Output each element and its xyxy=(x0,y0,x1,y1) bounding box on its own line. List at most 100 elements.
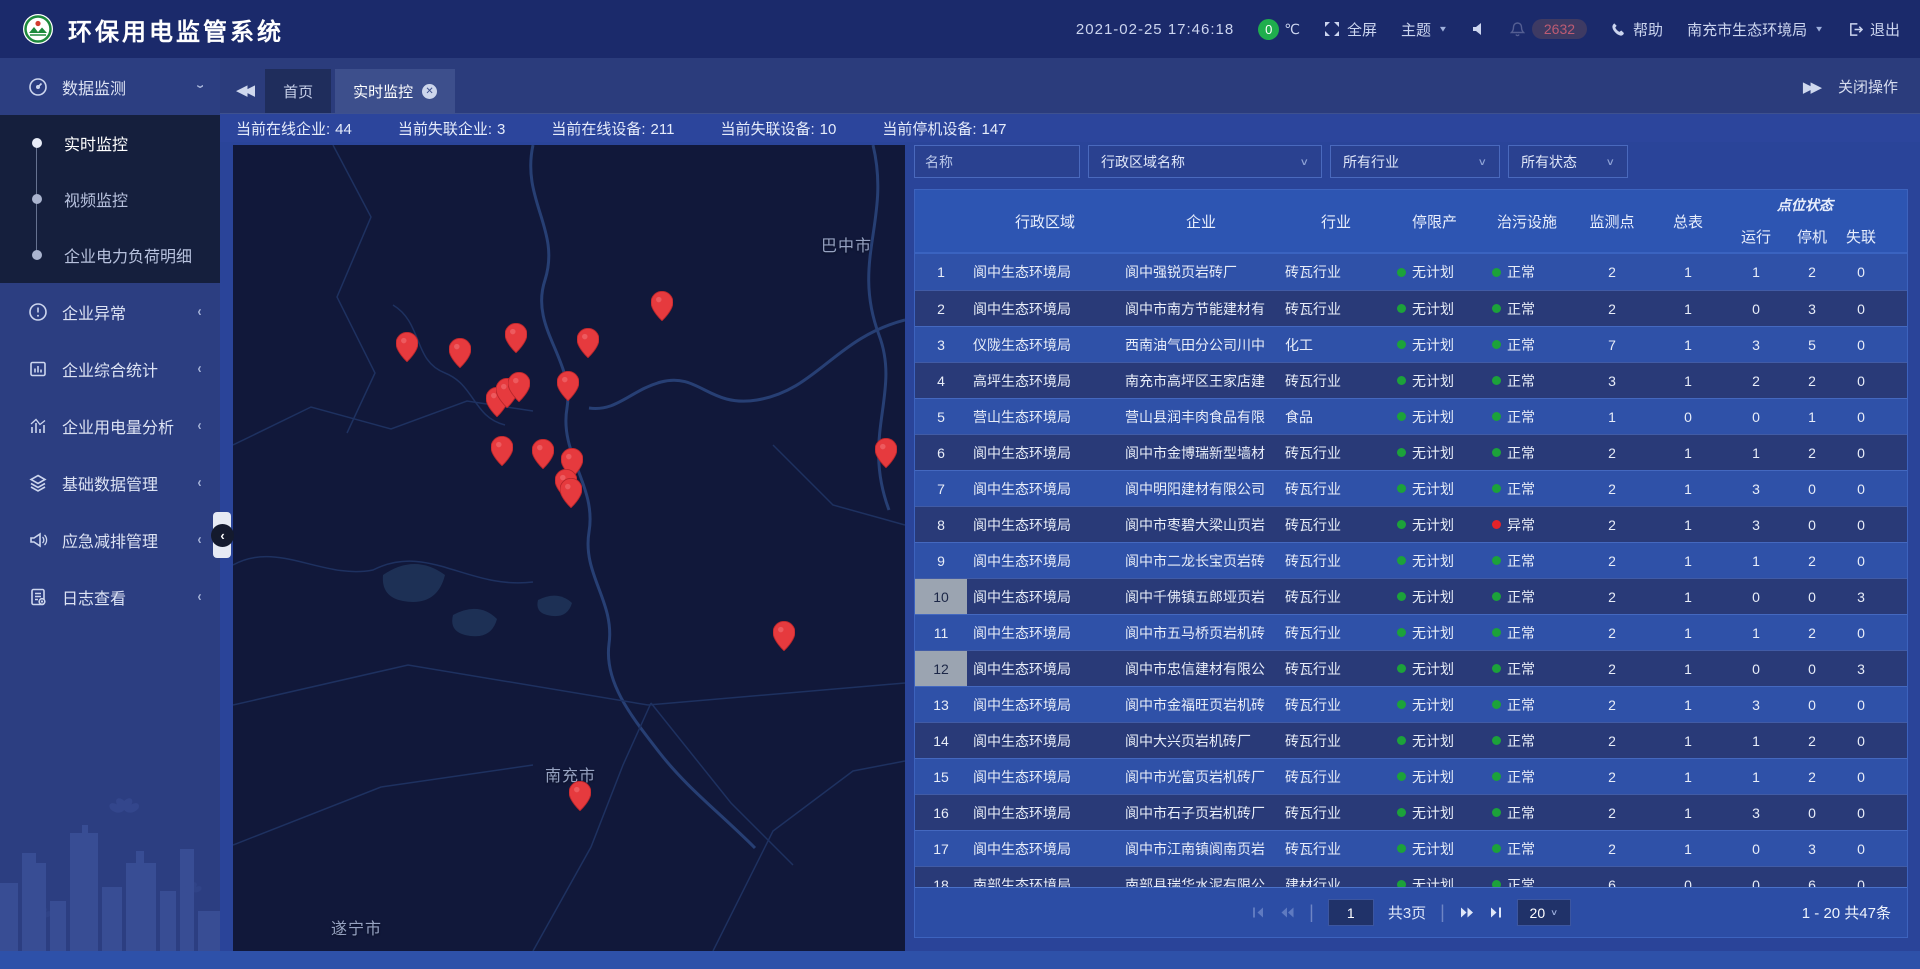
table-row[interactable]: 5 营山生态环境局 营山县润丰肉食品有限 食品 无计划 正常 xyxy=(915,398,1907,434)
row-stop-status: 无计划 xyxy=(1387,299,1482,319)
next-page-button[interactable] xyxy=(1459,906,1475,919)
table-row[interactable]: 1 阆中生态环境局 阆中强锐页岩砖厂 砖瓦行业 无计划 正常 xyxy=(915,254,1907,290)
page-size-select[interactable]: 20 ∨ xyxy=(1517,899,1571,926)
row-industry: 砖瓦行业 xyxy=(1277,623,1387,643)
map-city-label: 巴中市 xyxy=(821,232,872,256)
sidebar-item-emergency-reduction[interactable]: 应急减排管理 ‹ xyxy=(0,511,220,568)
row-running-count: 3 xyxy=(1724,337,1788,353)
row-meter-count: 1 xyxy=(1652,625,1724,641)
row-stop-status: 无计划 xyxy=(1387,551,1482,571)
sidebar-item-realtime-monitoring[interactable]: 实时监控 xyxy=(0,115,220,171)
table-row[interactable]: 12 阆中生态环境局 阆中市忠信建材有限公 砖瓦行业 无计划 正常 xyxy=(915,650,1907,686)
map-canvas[interactable]: 巴中市 南充市 遂宁市 xyxy=(233,145,905,951)
sidebar-collapse-handle[interactable]: ‹ xyxy=(209,512,237,558)
stats-doc-icon xyxy=(28,359,48,379)
table-row[interactable]: 15 阆中生态环境局 阆中市光富页岩机砖厂 砖瓦行业 无计划 正常 xyxy=(915,758,1907,794)
map-marker-pin[interactable] xyxy=(773,621,795,651)
table-row[interactable]: 18 南部生态环境局 南部县瑞华水泥有限公 建材行业 无计划 正常 xyxy=(915,866,1907,887)
row-enterprise: 阆中市二龙长宝页岩砖 xyxy=(1117,551,1277,571)
org-menu[interactable]: 南充市生态环境局▼ xyxy=(1687,19,1824,40)
column-header-stop: 停限产 xyxy=(1387,190,1482,252)
theme-menu[interactable]: 主题▼ xyxy=(1401,19,1448,40)
row-facility-status: 正常 xyxy=(1482,479,1572,499)
row-meter-count: 1 xyxy=(1652,264,1724,280)
status-dot xyxy=(1492,736,1501,745)
row-region: 阆中生态环境局 xyxy=(967,803,1117,823)
row-industry: 砖瓦行业 xyxy=(1277,839,1387,859)
sidebar-item-power-load-detail[interactable]: 企业电力负荷明细 xyxy=(0,227,220,283)
sidebar-item-enterprise-statistics[interactable]: 企业综合统计 ‹ xyxy=(0,340,220,397)
sidebar-item-label: 数据监测 xyxy=(62,75,126,99)
page-number-input[interactable] xyxy=(1328,899,1374,926)
table-row[interactable]: 8 阆中生态环境局 阆中市枣碧大梁山页岩 砖瓦行业 无计划 异常 xyxy=(915,506,1907,542)
table-row[interactable]: 7 阆中生态环境局 阆中明阳建材有限公司 砖瓦行业 无计划 正常 xyxy=(915,470,1907,506)
map-marker-pin[interactable] xyxy=(557,371,579,401)
row-monitor-count: 2 xyxy=(1572,625,1652,641)
first-page-button[interactable] xyxy=(1251,906,1265,919)
map-marker-pin[interactable] xyxy=(560,478,582,508)
table-row[interactable]: 6 阆中生态环境局 阆中市金博瑞新型墙材 砖瓦行业 无计划 正常 xyxy=(915,434,1907,470)
sidebar-item-log-view[interactable]: 日志查看 ‹ xyxy=(0,568,220,625)
sound-button[interactable] xyxy=(1472,22,1486,36)
row-offline-count: 0 xyxy=(1836,409,1886,425)
row-running-count: 0 xyxy=(1724,301,1788,317)
status-dot xyxy=(1397,700,1406,709)
last-page-button[interactable] xyxy=(1489,906,1503,919)
sidebar-item-base-data[interactable]: 基础数据管理 ‹ xyxy=(0,454,220,511)
sidebar-item-data-monitoring[interactable]: 数据监测 ‹ xyxy=(0,58,220,115)
map-marker-pin[interactable] xyxy=(505,323,527,353)
status-dot xyxy=(1492,484,1501,493)
table-row[interactable]: 2 阆中生态环境局 阆中市南方节能建材有 砖瓦行业 无计划 正常 xyxy=(915,290,1907,326)
map-marker-pin[interactable] xyxy=(508,372,530,402)
map-marker-pin[interactable] xyxy=(577,328,599,358)
map-marker-pin[interactable] xyxy=(396,332,418,362)
tabbar-right: ▶▶ 关闭操作 xyxy=(1803,76,1920,113)
logout-button[interactable]: 退出 xyxy=(1848,19,1900,40)
row-enterprise: 阆中市五马桥页岩机砖 xyxy=(1117,623,1277,643)
table-row[interactable]: 14 阆中生态环境局 阆中大兴页岩机砖厂 砖瓦行业 无计划 正常 xyxy=(915,722,1907,758)
column-header-region: 行政区域 xyxy=(967,190,1117,252)
map-marker-pin[interactable] xyxy=(449,338,471,368)
tab-realtime-monitoring[interactable]: 实时监控 ✕ xyxy=(335,69,455,113)
table-row[interactable]: 13 阆中生态环境局 阆中市金福旺页岩机砖 砖瓦行业 无计划 正常 xyxy=(915,686,1907,722)
notifications[interactable]: 2632 xyxy=(1510,19,1587,39)
status-select[interactable]: 所有状态 ∨ xyxy=(1508,145,1628,178)
fullscreen-button[interactable]: 全屏 xyxy=(1324,19,1377,40)
tab-close-icon[interactable]: ✕ xyxy=(422,84,437,99)
row-offline-count: 0 xyxy=(1836,769,1886,785)
sidebar-item-power-analysis[interactable]: 企业用电量分析 ‹ xyxy=(0,397,220,454)
region-select[interactable]: 行政区域名称 ∨ xyxy=(1088,145,1322,178)
chevron-down-icon: ▼ xyxy=(1438,25,1448,34)
sidebar-item-video-monitoring[interactable]: 视频监控 xyxy=(0,171,220,227)
row-seq: 15 xyxy=(915,759,967,794)
tab-home[interactable]: 首页 xyxy=(265,69,331,113)
row-facility-status: 正常 xyxy=(1482,803,1572,823)
row-industry: 砖瓦行业 xyxy=(1277,443,1387,463)
table-row[interactable]: 16 阆中生态环境局 阆中市石子页岩机砖厂 砖瓦行业 无计划 正常 xyxy=(915,794,1907,830)
close-operations-button[interactable]: 关闭操作 xyxy=(1838,76,1898,97)
table-row[interactable]: 4 高坪生态环境局 南充市高坪区王家店建 砖瓦行业 无计划 正常 xyxy=(915,362,1907,398)
help-button[interactable]: 帮助 xyxy=(1611,19,1663,40)
row-offline-count: 0 xyxy=(1836,625,1886,641)
logout-icon xyxy=(1848,22,1863,37)
map-marker-pin[interactable] xyxy=(491,436,513,466)
table-row[interactable]: 10 阆中生态环境局 阆中千佛镇五郎垭页岩 砖瓦行业 无计划 正常 xyxy=(915,578,1907,614)
table-row[interactable]: 3 仪陇生态环境局 西南油气田分公司川中 化工 无计划 正常 xyxy=(915,326,1907,362)
map-marker-pin[interactable] xyxy=(875,438,897,468)
row-region: 阆中生态环境局 xyxy=(967,695,1117,715)
tabs-scroll-right-button[interactable]: ▶▶ xyxy=(1803,78,1818,96)
table-row[interactable]: 11 阆中生态环境局 阆中市五马桥页岩机砖 砖瓦行业 无计划 正常 xyxy=(915,614,1907,650)
map-marker-pin[interactable] xyxy=(569,781,591,811)
industry-select[interactable]: 所有行业 ∨ xyxy=(1330,145,1500,178)
map-marker-pin[interactable] xyxy=(651,291,673,321)
sidebar-item-enterprise-anomaly[interactable]: 企业异常 ‹ xyxy=(0,283,220,340)
row-stop-status: 无计划 xyxy=(1387,767,1482,787)
prev-page-button[interactable] xyxy=(1279,906,1295,919)
tabs-scroll-left-button[interactable]: ◀◀ xyxy=(236,81,251,99)
status-dot xyxy=(1397,520,1406,529)
table-row[interactable]: 17 阆中生态环境局 阆中市江南镇阆南页岩 砖瓦行业 无计划 正常 xyxy=(915,830,1907,866)
map-marker-pin[interactable] xyxy=(532,439,554,469)
table-row[interactable]: 9 阆中生态环境局 阆中市二龙长宝页岩砖 砖瓦行业 无计划 正常 xyxy=(915,542,1907,578)
status-dot xyxy=(1397,844,1406,853)
name-search-input[interactable] xyxy=(914,145,1080,178)
